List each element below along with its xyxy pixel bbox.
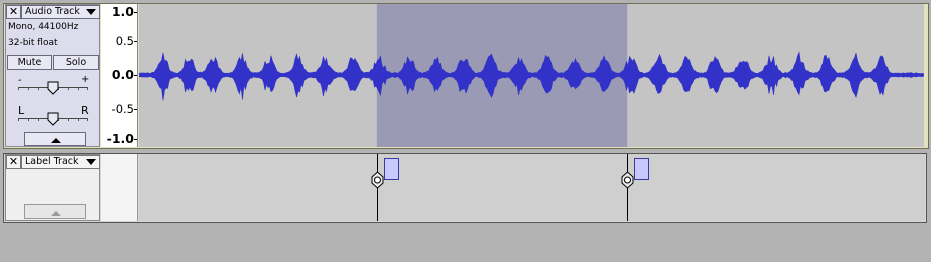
amplitude-ruler: 1.0 0.5 0.0 -0.5 -1.0	[101, 4, 138, 147]
pan-slider-thumb-icon[interactable]	[47, 112, 59, 126]
collapse-up-icon	[51, 211, 61, 216]
track-format-info: Mono, 44100Hz	[8, 22, 79, 32]
track-sample-format: 32-bit float	[8, 38, 58, 48]
waveform-display[interactable]	[138, 4, 924, 147]
gain-slider-thumb-icon[interactable]	[47, 81, 59, 95]
solo-button[interactable]: Solo	[53, 55, 99, 70]
y-axis-label: -1.0	[106, 131, 134, 146]
close-icon: ✕	[8, 5, 19, 18]
gain-slider[interactable]	[18, 81, 88, 95]
close-icon: ✕	[8, 155, 19, 168]
audio-track-control-panel: ✕ Audio Track Mono, 44100Hz 32-bit float…	[5, 4, 100, 147]
pan-left-label: L	[18, 104, 25, 117]
mute-button[interactable]: Mute	[7, 55, 52, 70]
pan-slider[interactable]	[18, 112, 88, 126]
y-axis-label: -0.5	[111, 102, 134, 116]
track-name-menu-button[interactable]: Audio Track	[21, 5, 100, 19]
collapse-track-button[interactable]	[24, 204, 86, 219]
track-name: Label Track	[25, 156, 79, 167]
track-name-menu-button[interactable]: Label Track	[21, 155, 100, 169]
label-track-area[interactable]	[139, 154, 925, 221]
collapse-up-icon	[51, 138, 61, 143]
label-track-gutter	[101, 154, 138, 221]
y-axis-label: 1.0	[111, 4, 134, 19]
pan-right-label: R	[81, 104, 89, 117]
label-handle-icon[interactable]	[620, 171, 635, 189]
y-axis-label: 0.0	[111, 67, 134, 82]
gain-min-label: -	[18, 75, 22, 86]
label-handle-icon[interactable]	[370, 171, 385, 189]
dropdown-arrow-icon	[86, 159, 96, 165]
label-text-box[interactable]	[634, 158, 649, 180]
collapse-track-button[interactable]	[24, 132, 86, 146]
gain-max-label: +	[81, 74, 90, 85]
label-track-control-panel: ✕ Label Track	[5, 154, 100, 221]
dropdown-arrow-icon	[86, 9, 96, 15]
y-axis-label: 0.5	[115, 34, 134, 48]
close-track-button[interactable]: ✕	[6, 5, 21, 19]
track-name: Audio Track	[25, 6, 80, 17]
close-track-button[interactable]: ✕	[6, 155, 21, 169]
label-text-box[interactable]	[384, 158, 399, 180]
